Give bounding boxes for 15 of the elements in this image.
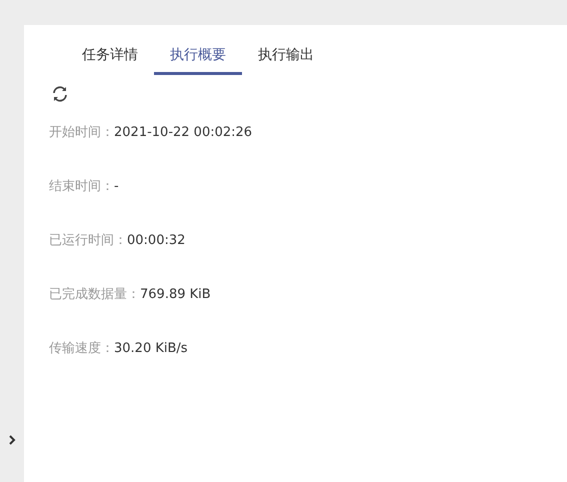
field-value: 2021-10-22 00:02:26 [114,124,252,142]
field-label: 结束时间： [49,178,114,196]
field-value: - [114,178,119,196]
field-label: 已完成数据量： [49,286,140,304]
field-label: 传输速度： [49,340,114,358]
field-label: 开始时间： [49,124,114,142]
refresh-icon[interactable] [51,85,69,103]
field-value: 00:00:32 [127,232,186,250]
chevron-right-icon[interactable] [8,434,16,446]
tab[interactable]: 任务详情 [66,39,154,75]
tab[interactable]: 执行输出 [242,39,330,75]
field-value: 30.20 KiB/s [114,340,188,358]
field-value: 769.89 KiB [140,286,211,304]
field-label: 已运行时间： [49,232,127,250]
tab[interactable]: 执行概要 [154,39,242,75]
